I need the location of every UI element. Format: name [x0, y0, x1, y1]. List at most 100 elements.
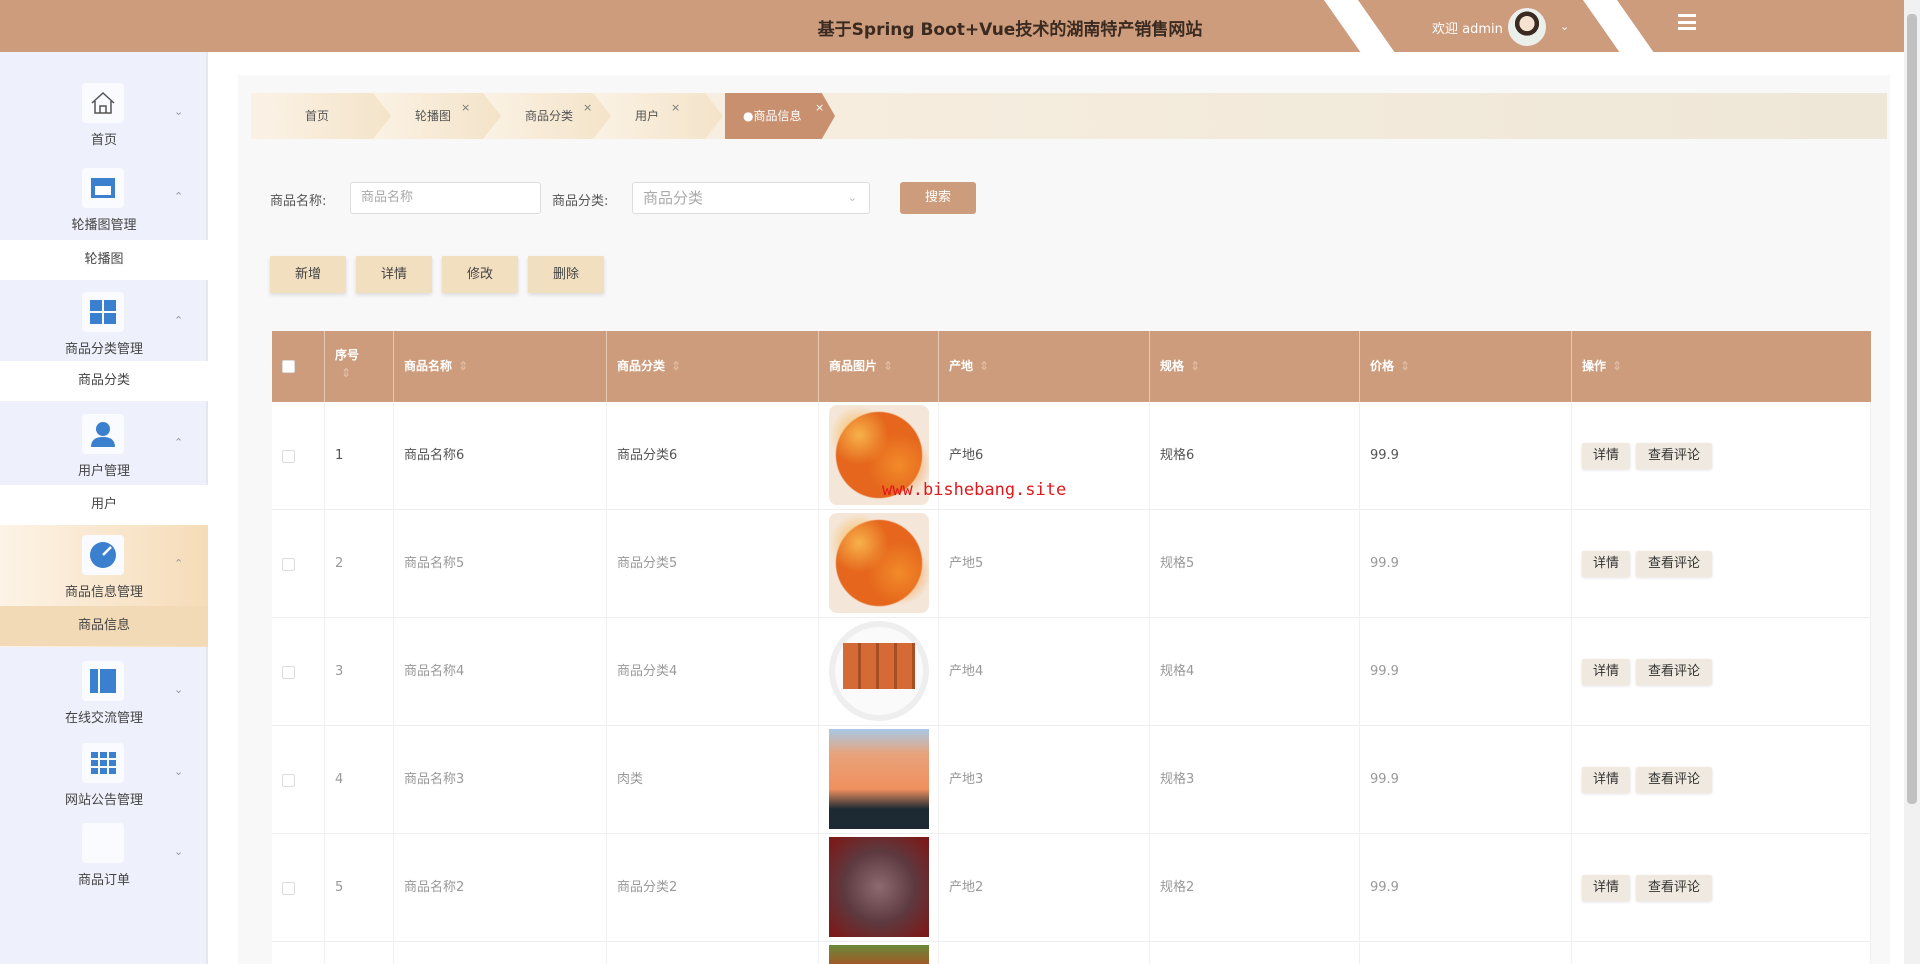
tab-home[interactable]: 首页 [263, 93, 393, 139]
search-button[interactable]: 搜索 [900, 182, 976, 214]
sidebar: 首页 ⌄ 轮播图管理 ⌃ 轮播图 商品分类管理 ⌃ 商品分类 用户管理 ⌃ 用户 商品信… [0, 52, 208, 964]
view-comments-button[interactable]: 查看评论 [1636, 551, 1712, 577]
cell-name: 商品名称6 [404, 448, 465, 463]
grid-icon [82, 292, 124, 332]
sidebar-item-carousel[interactable]: 轮播图管理 ⌃ [0, 168, 208, 234]
row-checkbox[interactable] [282, 774, 295, 787]
cell-no: 5 [335, 880, 344, 895]
column-header[interactable]: 商品图片 ⇕ [819, 331, 939, 402]
sidebar-item-notice[interactable]: 网站公告管理 ⌄ [0, 743, 208, 809]
product-image[interactable] [829, 729, 929, 829]
row-detail-button[interactable]: 详情 [1582, 659, 1630, 685]
chevron-down-icon: ⌄ [174, 765, 184, 778]
table-row[interactable]: 4 商品名称3 肉类 产地3 规格3 99.9 详情 查看评论 [272, 726, 1871, 834]
chevron-down-icon: ⌄ [174, 105, 184, 118]
row-checkbox[interactable] [282, 882, 295, 895]
column-header[interactable]: 商品名称 ⇕ [394, 331, 607, 402]
chevron-up-icon: ⌃ [174, 557, 184, 570]
apps-icon [82, 743, 124, 783]
sidebar-item-orders[interactable]: 商品订单 ⌄ [0, 823, 208, 889]
column-header[interactable]: 商品分类 ⇕ [607, 331, 819, 402]
product-image[interactable] [829, 945, 929, 964]
avatar[interactable] [1508, 8, 1546, 46]
blank-icon [82, 823, 124, 863]
cell-spec: 规格5 [1160, 556, 1195, 571]
cell-name: 商品名称5 [404, 556, 465, 571]
category-label: 商品分类: [552, 194, 609, 209]
view-comments-button[interactable]: 查看评论 [1636, 767, 1712, 793]
product-table: 序号 ⇕ 商品名称 ⇕ 商品分类 ⇕ 商品图片 ⇕ 产地 ⇕ 规格 ⇕ 价格 ⇕ 操作 ⇕ 1 商… [272, 331, 1871, 964]
product-image[interactable] [829, 513, 929, 613]
sidebar-item-home[interactable]: 首页 ⌄ [0, 83, 208, 149]
chevron-down-icon: ⌄ [174, 845, 184, 858]
cell-origin: 产地5 [949, 556, 984, 571]
cell-no: 4 [335, 772, 344, 787]
table-row[interactable]: 2 商品名称5 商品分类5 产地5 规格5 99.9 详情 查看评论 [272, 510, 1871, 618]
table-header: 序号 ⇕ 商品名称 ⇕ 商品分类 ⇕ 商品图片 ⇕ 产地 ⇕ 规格 ⇕ 价格 ⇕ 操作 ⇕ [272, 331, 1871, 402]
cell-name: 商品名称4 [404, 664, 465, 679]
edit-button[interactable]: 修改 [442, 256, 518, 293]
table-row[interactable]: 1 商品名称6 商品分类6 产地6 规格6 99.9 详情 查看评论 [272, 402, 1871, 510]
cell-category: 商品分类5 [617, 556, 678, 571]
chevron-down-icon[interactable]: ⌄ [1560, 20, 1569, 33]
cell-origin: 产地3 [949, 772, 984, 787]
gauge-icon [82, 535, 124, 575]
menu-icon[interactable] [1678, 14, 1696, 30]
cell-no: 2 [335, 556, 344, 571]
sidebar-item-user[interactable]: 用户管理 ⌃ [0, 414, 208, 480]
product-image[interactable] [829, 837, 929, 937]
cell-name: 商品名称3 [404, 772, 465, 787]
table-row[interactable]: 5 商品名称2 商品分类2 产地2 规格2 99.9 详情 查看评论 [272, 834, 1871, 942]
table-row[interactable]: 3 商品名称4 商品分类4 产地4 规格4 99.9 详情 查看评论 [272, 618, 1871, 726]
tab-category[interactable]: 商品分类 × [483, 93, 613, 139]
watermark: www.bishebang.site [882, 480, 1067, 500]
row-detail-button[interactable]: 详情 [1582, 551, 1630, 577]
column-header[interactable]: 产地 ⇕ [939, 331, 1150, 402]
add-button[interactable]: 新增 [270, 256, 346, 293]
row-checkbox[interactable] [282, 558, 295, 571]
cell-spec: 规格2 [1160, 880, 1195, 895]
cell-price: 99.9 [1370, 880, 1399, 895]
row-detail-button[interactable]: 详情 [1582, 443, 1630, 469]
cell-name: 商品名称2 [404, 880, 465, 895]
sidebar-subitem-carousel[interactable]: 轮播图 [0, 240, 208, 280]
tab-user[interactable]: 用户 × [593, 93, 723, 139]
view-comments-button[interactable]: 查看评论 [1636, 659, 1712, 685]
sidebar-item-category[interactable]: 商品分类管理 ⌃ [0, 292, 208, 358]
page-scrollbar[interactable] [1904, 0, 1920, 964]
column-header[interactable]: 规格 ⇕ [1150, 331, 1360, 402]
row-detail-button[interactable]: 详情 [1582, 767, 1630, 793]
cell-price: 99.9 [1370, 772, 1399, 787]
name-input[interactable]: 商品名称 [350, 182, 541, 214]
column-header[interactable]: 序号 ⇕ [325, 331, 394, 402]
sidebar-item-chat[interactable]: 在线交流管理 ⌄ [0, 661, 208, 727]
row-checkbox[interactable] [282, 666, 295, 679]
row-checkbox[interactable] [282, 450, 295, 463]
view-comments-button[interactable]: 查看评论 [1636, 443, 1712, 469]
cell-category: 肉类 [617, 772, 644, 787]
chevron-up-icon: ⌃ [174, 190, 184, 203]
column-header[interactable]: 价格 ⇕ [1360, 331, 1572, 402]
column-header[interactable]: 操作 ⇕ [1572, 331, 1871, 402]
name-label: 商品名称: [270, 194, 327, 209]
tab-carousel[interactable]: 轮播图 × [373, 93, 503, 139]
product-image[interactable] [829, 621, 929, 721]
table-row[interactable] [272, 942, 1871, 964]
select-all-checkbox[interactable] [282, 360, 295, 373]
delete-button[interactable]: 删除 [528, 256, 604, 293]
sidebar-subitem-category[interactable]: 商品分类 [0, 361, 208, 401]
cell-origin: 产地4 [949, 664, 984, 679]
detail-button[interactable]: 详情 [356, 256, 432, 293]
category-select[interactable]: 商品分类 ⌄ [632, 182, 870, 214]
sidebar-subitem-user[interactable]: 用户 [0, 485, 208, 525]
sidebar-item-product[interactable]: 商品信息管理 ⌃ [0, 535, 208, 601]
cell-price: 99.9 [1370, 448, 1399, 463]
view-comments-button[interactable]: 查看评论 [1636, 875, 1712, 901]
tab-product[interactable]: ●商品信息 × [725, 93, 835, 139]
panel-icon [82, 661, 124, 701]
row-detail-button[interactable]: 详情 [1582, 875, 1630, 901]
cell-no: 1 [335, 448, 344, 463]
chevron-down-icon: ⌄ [847, 191, 857, 204]
sidebar-subitem-product[interactable]: 商品信息 [0, 606, 208, 646]
cell-price: 99.9 [1370, 556, 1399, 571]
